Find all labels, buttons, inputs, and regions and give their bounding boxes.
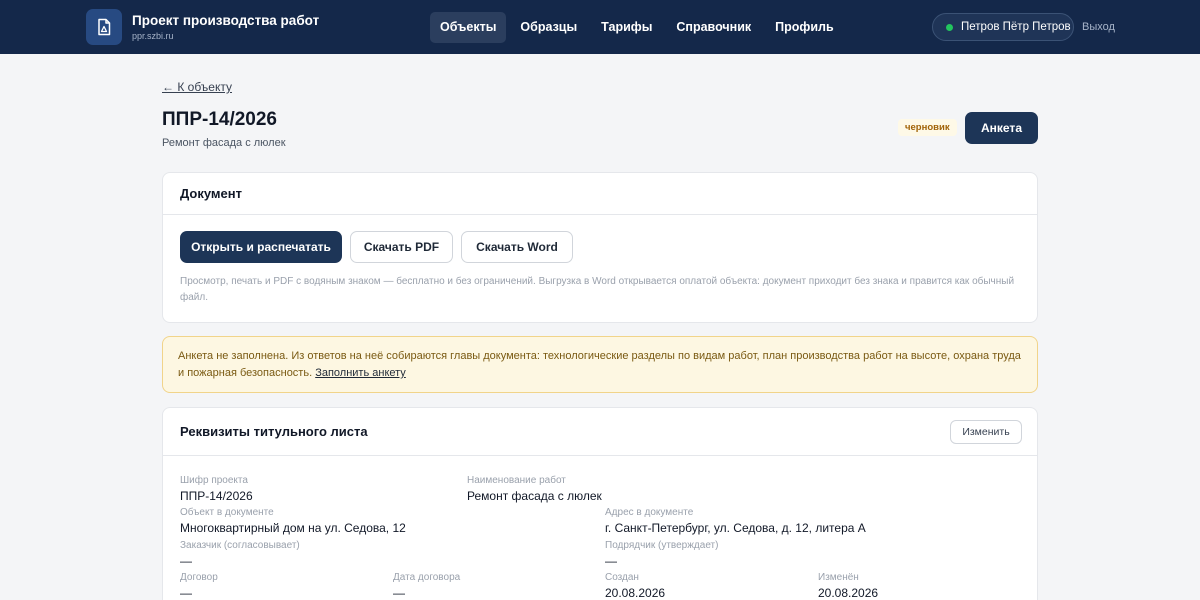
nav-item-profile[interactable]: Профиль (765, 12, 844, 43)
field-value-created: 20.08.2026 (605, 586, 666, 600)
field-value-modified: 20.08.2026 (818, 586, 879, 600)
document-note: Просмотр, печать и PDF с водяным знаком … (180, 276, 1015, 303)
status-badge: черновик (898, 119, 957, 136)
document-card-title: Документ (163, 173, 1037, 215)
field-label-contractor: Подрядчик (утверждает) (605, 540, 719, 551)
download-pdf-button[interactable]: Скачать PDF (350, 231, 453, 263)
requisites-card-title: Реквизиты титульного листа (163, 408, 1037, 456)
field-label-work-name: Наименование работ (467, 475, 566, 486)
field-value-address: г. Санкт-Петербург, ул. Седова, д. 12, л… (605, 521, 866, 535)
download-word-button[interactable]: Скачать Word (461, 231, 573, 263)
page-subtitle: Ремонт фасада с люлек (162, 137, 286, 149)
nav-item-samples[interactable]: Образцы (510, 12, 587, 43)
field-label-object: Объект в документе (180, 507, 274, 518)
field-label-contract: Договор (180, 572, 218, 583)
document-icon (98, 18, 111, 36)
brand-title: Проект производства работ (132, 13, 320, 28)
field-label-address: Адрес в документе (605, 507, 694, 518)
logout-link[interactable]: Выход (1082, 21, 1115, 33)
user-name: Петров Пётр Петров (961, 21, 1071, 33)
field-label-created: Создан (605, 572, 639, 583)
online-status-icon (946, 23, 953, 31)
main-nav: Объекты Образцы Тарифы Справочник Профил… (430, 12, 844, 43)
field-value-contractor: — (605, 554, 617, 568)
field-value-contract-date: — (393, 586, 405, 600)
logo[interactable] (86, 9, 122, 45)
field-label-modified: Изменён (818, 572, 859, 583)
page-title: ППР-14/2026 (162, 109, 277, 130)
document-card: Документ Открыть и распечатать Скачать P… (162, 172, 1038, 323)
field-label-customer: Заказчик (согласовывает) (180, 540, 300, 551)
warning-text: Анкета не заполнена. Из ответов на неё с… (178, 350, 1021, 379)
fill-questionnaire-link[interactable]: Заполнить анкету (315, 367, 406, 379)
nav-item-tariffs[interactable]: Тарифы (591, 12, 662, 43)
questionnaire-warning: Анкета не заполнена. Из ответов на неё с… (162, 336, 1038, 393)
top-navbar: Проект производства работ ppr.szbi.ru Об… (0, 0, 1200, 54)
field-label-contract-date: Дата договора (393, 572, 461, 583)
brand-domain: ppr.szbi.ru (132, 31, 174, 41)
field-value-contract: — (180, 586, 192, 600)
user-menu[interactable]: Петров Пётр Петров (932, 13, 1074, 41)
field-label-cipher: Шифр проекта (180, 475, 248, 486)
nav-item-reference[interactable]: Справочник (666, 12, 761, 43)
field-value-cipher: ППР-14/2026 (180, 489, 253, 503)
nav-item-objects[interactable]: Объекты (430, 12, 507, 43)
field-value-object: Многоквартирный дом на ул. Седова, 12 (180, 521, 406, 535)
anketa-button[interactable]: Анкета (965, 112, 1038, 144)
edit-requisites-button[interactable]: Изменить (950, 420, 1022, 444)
open-print-button[interactable]: Открыть и распечатать (180, 231, 342, 263)
requisites-card: Реквизиты титульного листа Изменить Шифр… (162, 407, 1038, 600)
field-value-customer: — (180, 554, 192, 568)
back-to-object-link[interactable]: ← К объекту (162, 80, 232, 94)
field-value-work-name: Ремонт фасада с люлек (467, 489, 602, 503)
